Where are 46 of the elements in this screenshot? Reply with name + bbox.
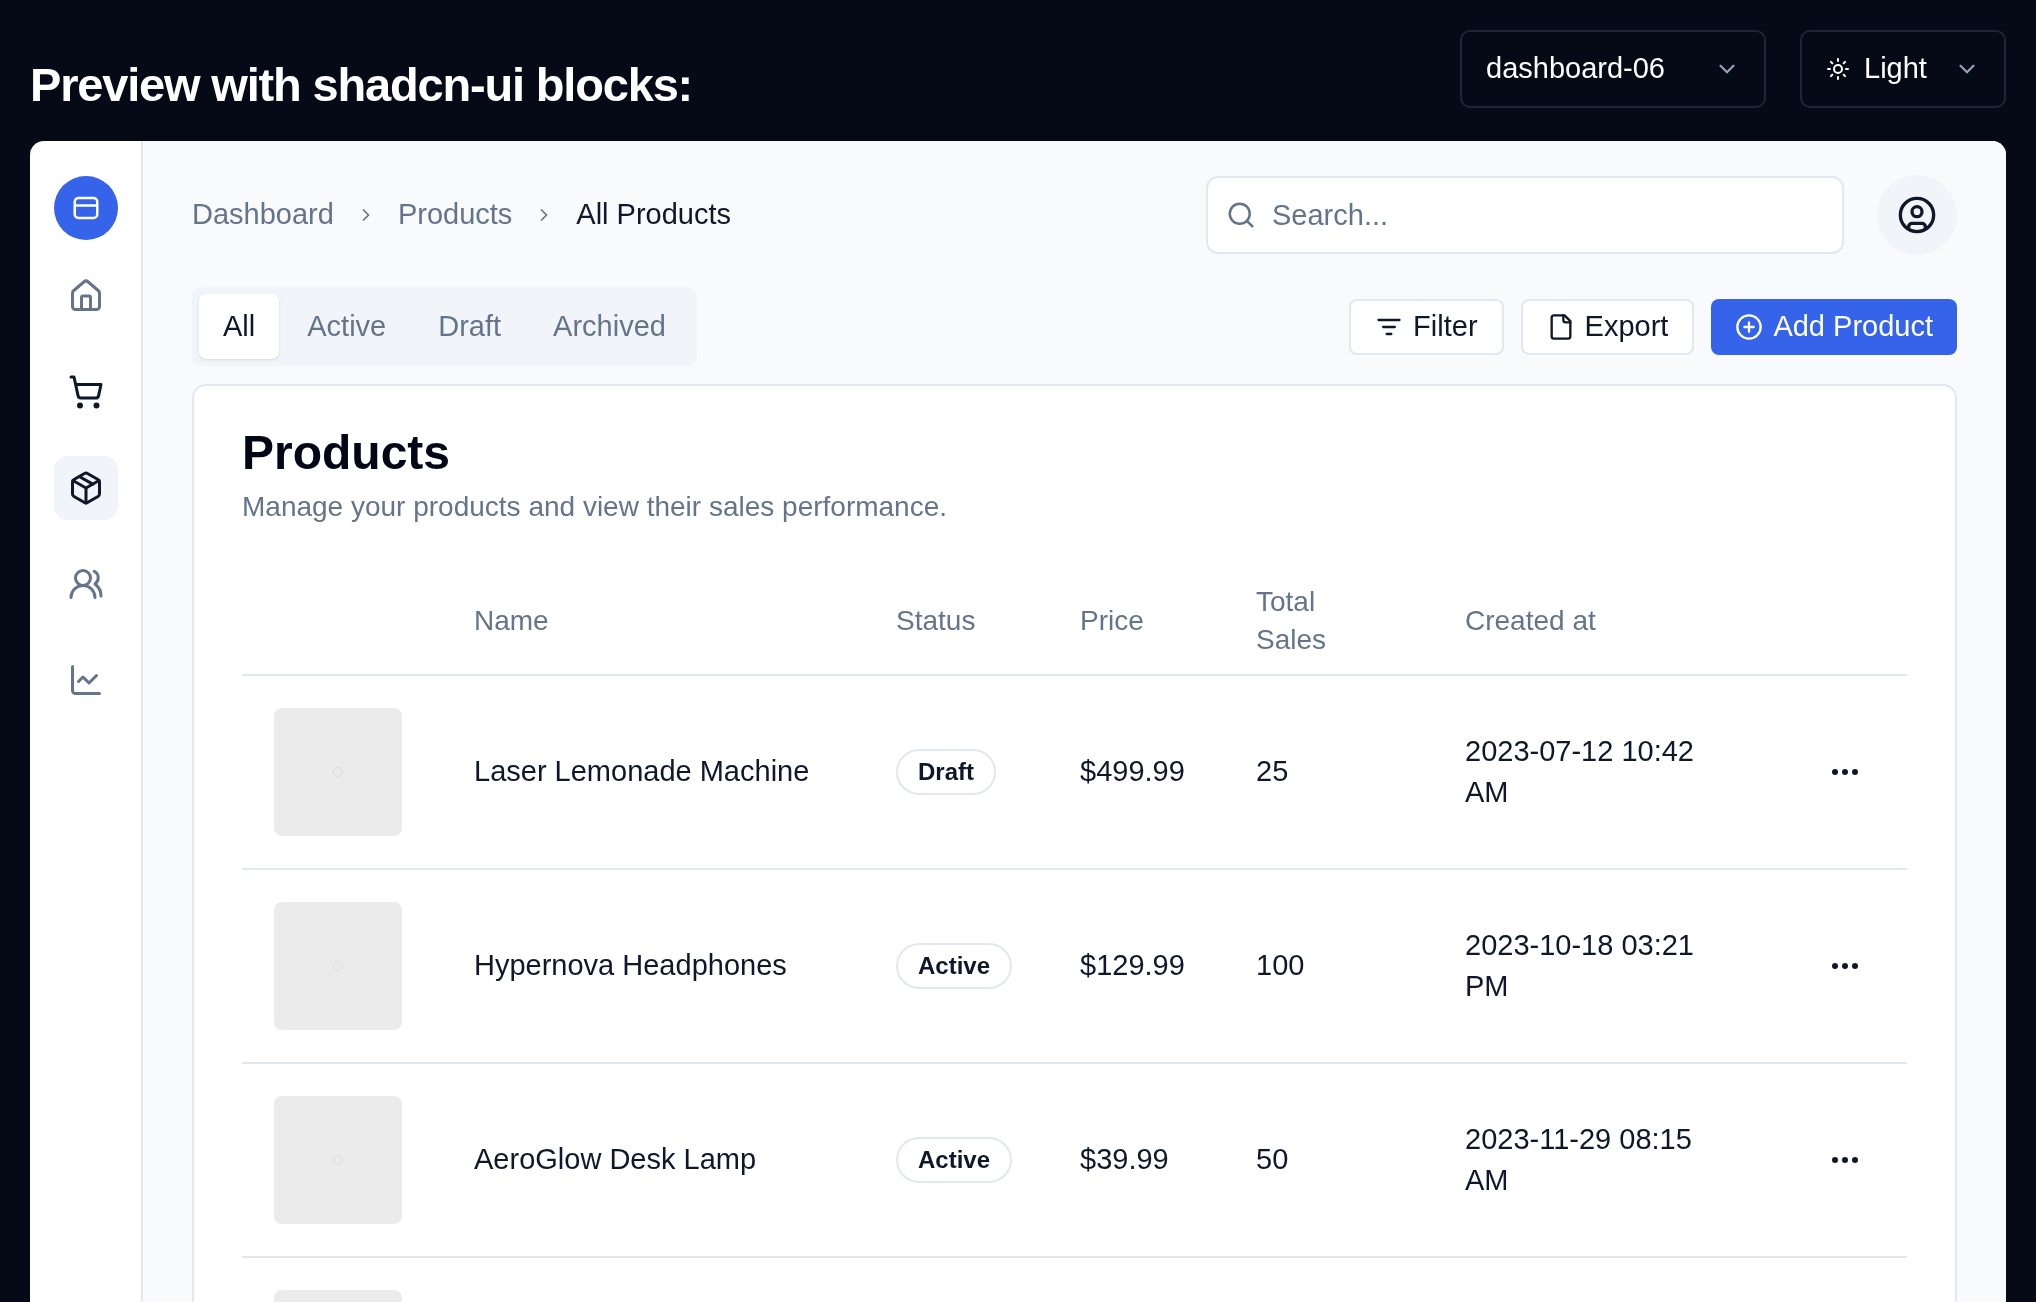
block-select[interactable]: dashboard-06 [1460, 30, 1766, 108]
product-name: Hypernova Headphones [474, 948, 788, 984]
sales-cell: 25 [1256, 754, 1289, 787]
user-avatar-icon [1897, 195, 1937, 235]
breadcrumb-link[interactable]: Products [397, 193, 513, 237]
sidebar-nav-button[interactable] [53, 456, 118, 520]
column-header: Created at [1465, 603, 1597, 638]
users-icon [67, 566, 104, 602]
date-cell-text: 2023-11-29 08:15 AM [1465, 1122, 1693, 1198]
tab[interactable]: All [199, 294, 280, 359]
tab[interactable]: Draft [414, 294, 526, 359]
status-badge: Draft [896, 748, 996, 795]
card-title: Products [242, 425, 452, 481]
column-header: Status [896, 603, 977, 638]
theme-select[interactable]: Light [1800, 30, 2006, 108]
status-badge: Active [896, 1136, 1013, 1183]
product-name: Laser Lemonade Machine [474, 754, 811, 790]
sales-cell: 100 [1256, 948, 1305, 981]
price-cell: $129.99 [1080, 948, 1185, 981]
card-description: Manage your products and view their sales performance. [242, 489, 949, 524]
tab[interactable]: Active [283, 294, 411, 359]
search-icon [1226, 200, 1256, 230]
page-title: Preview with shadcn-ui blocks: [30, 57, 693, 113]
add-button[interactable]: Add Product [1711, 298, 1957, 355]
column-header: Price [1080, 603, 1145, 638]
date-cell-text: 2023-10-18 03:21 PM [1465, 928, 1695, 1004]
tab[interactable]: Archived [529, 294, 690, 359]
date-cell-text: 2023-07-12 10:42 AM [1465, 734, 1695, 810]
breadcrumb-link[interactable]: Dashboard [192, 193, 334, 237]
price-cell: $499.99 [1080, 754, 1185, 787]
search-field[interactable]: Search... [1206, 176, 1844, 254]
more-icon [1831, 767, 1859, 776]
product-name: AeroGlow Desk Lamp [474, 1142, 758, 1178]
column-header: Name [474, 603, 550, 638]
plus-circle-icon [1735, 312, 1764, 341]
cart-icon [67, 374, 104, 410]
breadcrumb-current: All Products [576, 197, 732, 233]
status-badge: Active [896, 942, 1013, 989]
sun-icon [1826, 57, 1850, 81]
sales-cell: 50 [1256, 1142, 1289, 1175]
filter-button[interactable]: Filter [1349, 298, 1504, 355]
more-icon [1831, 1155, 1859, 1164]
price-cell: $39.99 [1080, 1142, 1169, 1175]
more-icon [1831, 961, 1859, 970]
column-header: Total Sales [1256, 584, 1328, 657]
export-button[interactable]: Export [1520, 298, 1695, 355]
